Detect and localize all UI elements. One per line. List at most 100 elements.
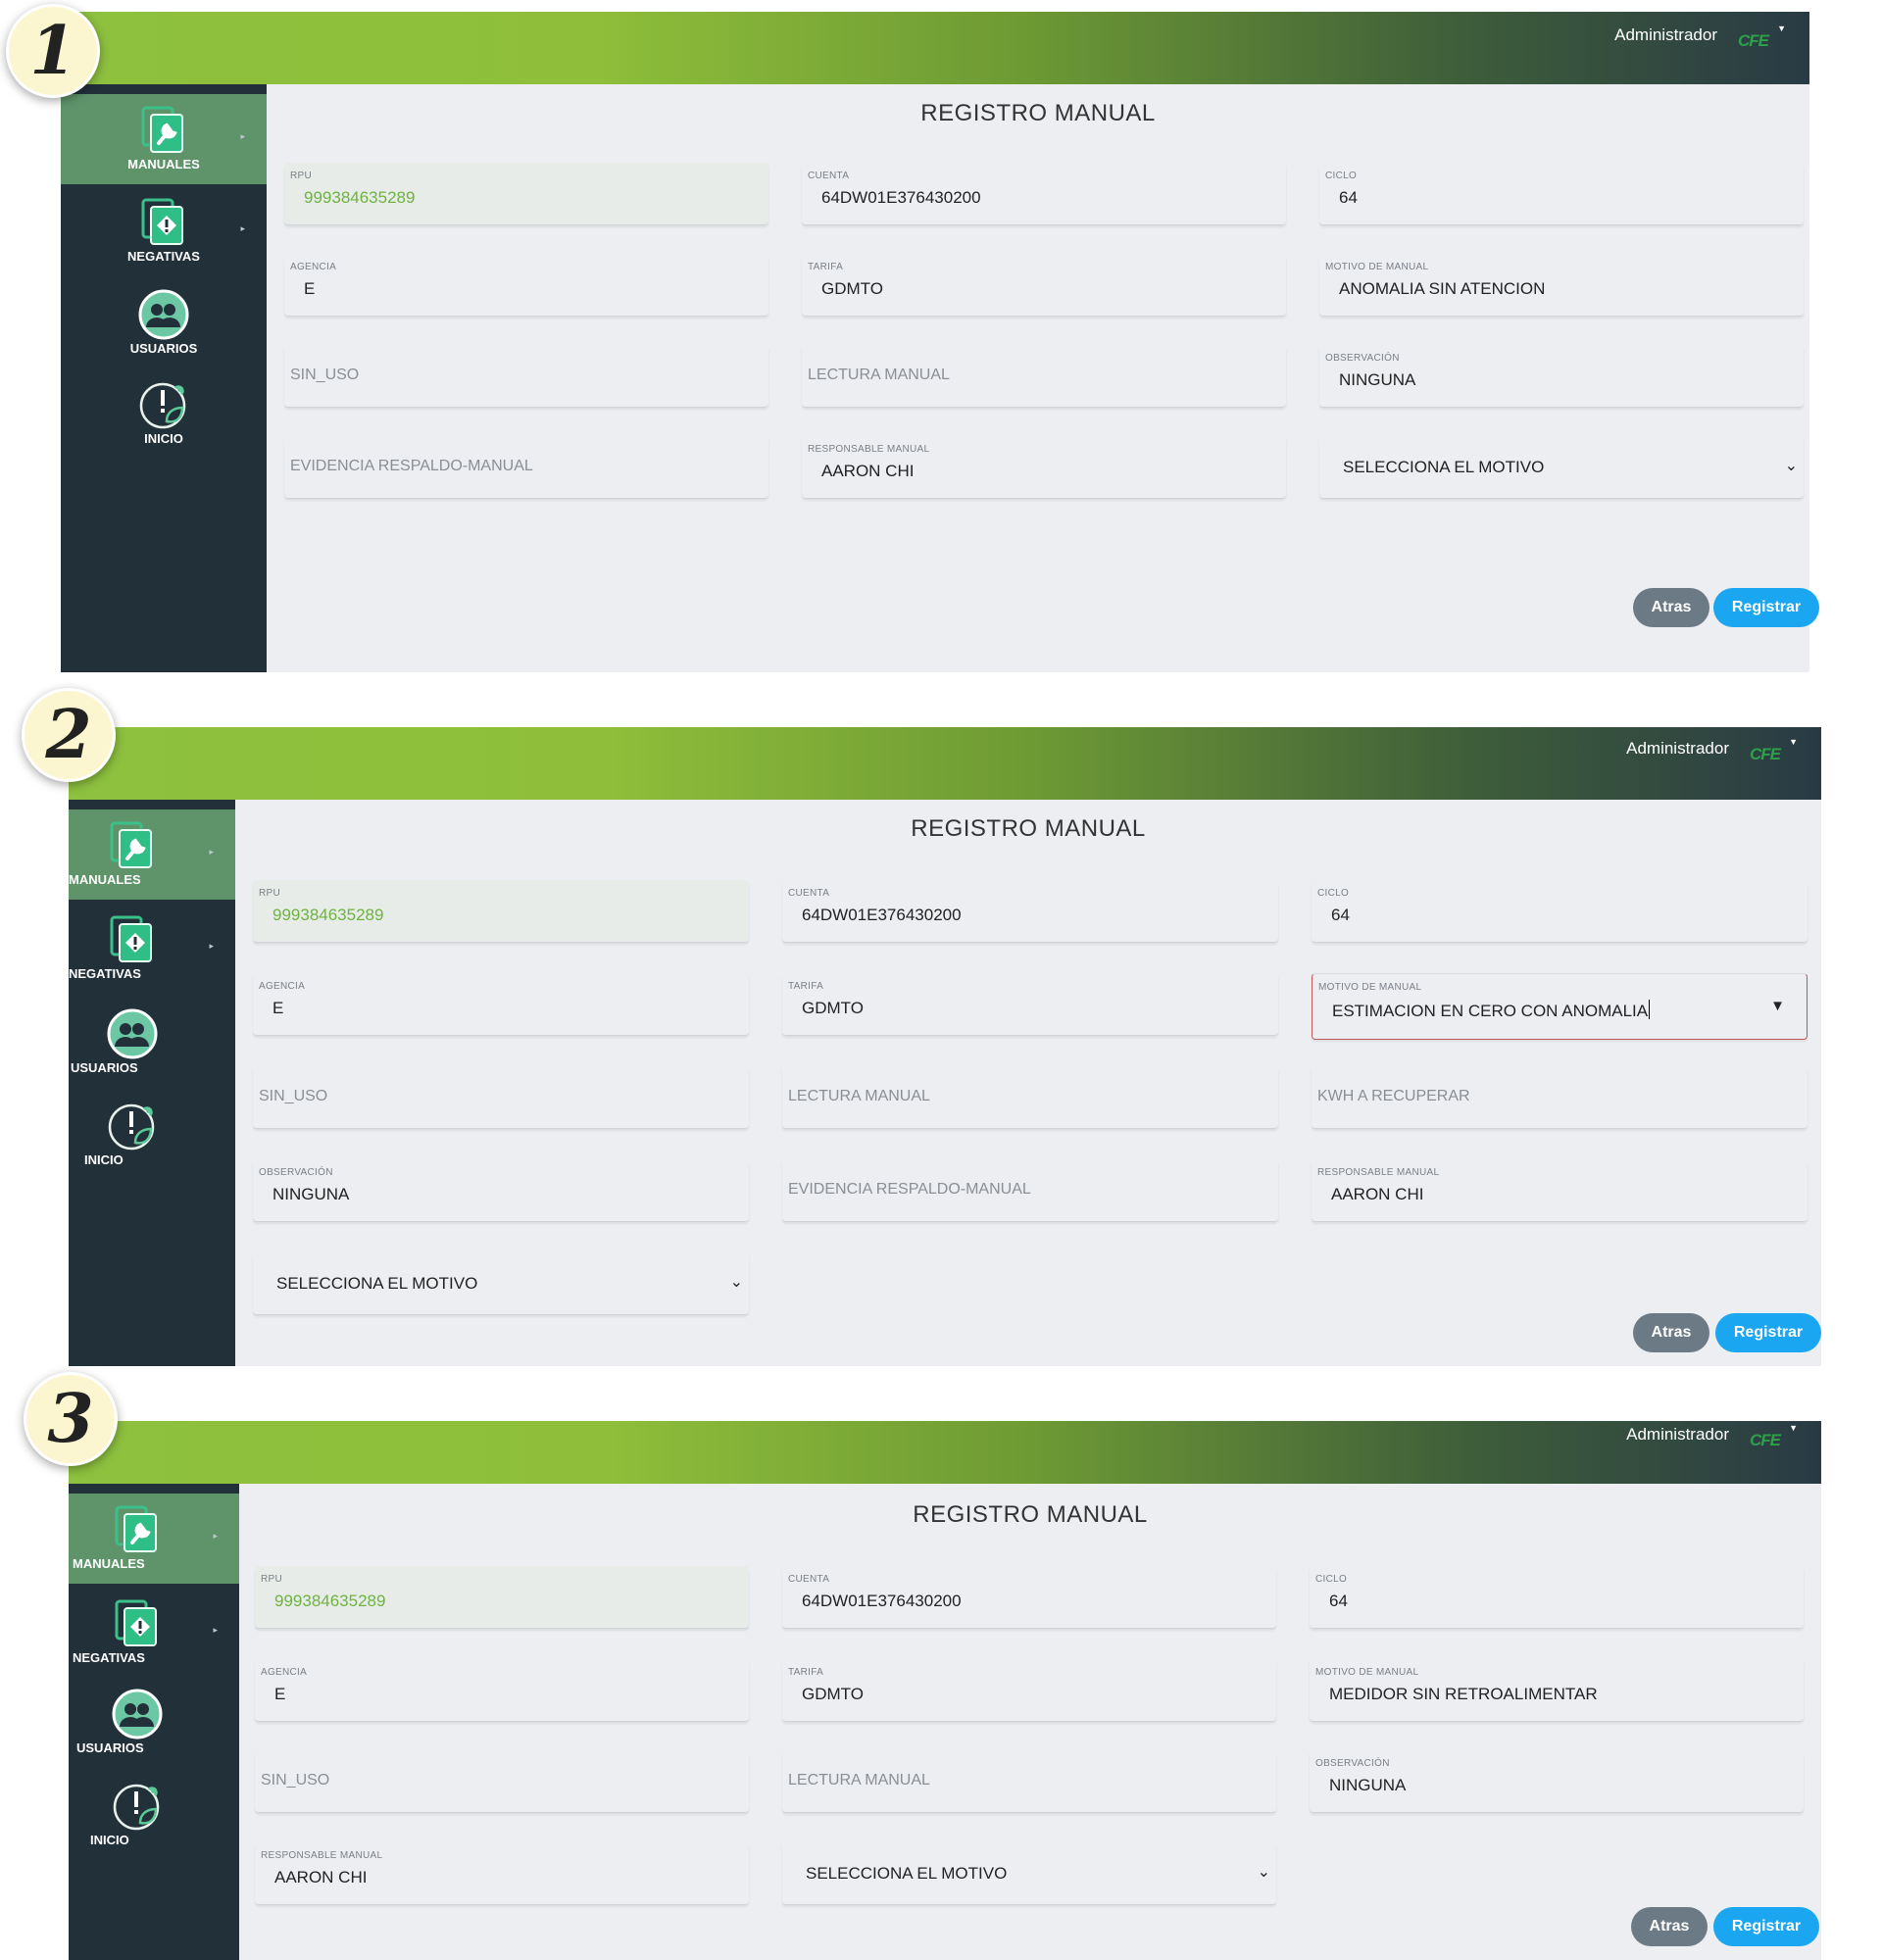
sidebar-item-label: INICIO [90, 1833, 129, 1847]
observacion-field[interactable]: OBSERVACIÓN NINGUNA [1310, 1750, 1804, 1813]
user-menu[interactable]: Administrador [1626, 1425, 1729, 1445]
ciclo-field[interactable]: CICLO 64 [1312, 880, 1808, 943]
user-menu-caret-icon[interactable]: ▼ [1789, 737, 1798, 747]
step-badge-1: 1 [6, 4, 100, 98]
page-title: REGISTRO MANUAL [913, 1501, 1148, 1528]
sidebar-item-manuales[interactable]: MANUALES ▸ [69, 809, 235, 900]
agencia-field[interactable]: AGENCIA E [284, 254, 768, 317]
agencia-field[interactable]: AGENCIA E [253, 973, 749, 1036]
sidebar-item-label: USUARIOS [76, 1740, 144, 1755]
page-title: REGISTRO MANUAL [920, 100, 1156, 126]
chevron-right-icon: ▸ [209, 847, 214, 857]
back-button[interactable]: Atras [1631, 1907, 1708, 1946]
kwh-recuperar-field[interactable]: KWH A RECUPERAR [1312, 1066, 1808, 1129]
sidebar-item-negativas[interactable]: NEGATIVAS ▸ [69, 904, 235, 994]
chevron-down-icon: ⌄ [729, 1274, 743, 1291]
responsable-field[interactable]: RESPONSABLE MANUAL AARON CHI [802, 436, 1286, 499]
main-content: REGISTRO MANUAL RPU 999384635289 CUENTA … [235, 800, 1821, 1366]
wrench-document-icon [106, 819, 159, 872]
cuenta-field[interactable]: CUENTA 64DW01E376430200 [802, 163, 1286, 225]
evidencia-field[interactable]: EVIDENCIA RESPALDO-MANUAL [284, 436, 768, 499]
tarifa-field[interactable]: TARIFA GDMTO [782, 973, 1278, 1036]
cfe-logo: CFE [1750, 745, 1781, 763]
observacion-field[interactable]: OBSERVACIÓN NINGUNA [253, 1159, 749, 1222]
lectura-manual-field[interactable]: LECTURA MANUAL [782, 1750, 1276, 1813]
sidebar-item-label: MANUALES [127, 157, 200, 172]
responsable-field[interactable]: RESPONSABLE MANUAL AARON CHI [255, 1842, 749, 1905]
sin-uso-field[interactable]: SIN_USO [253, 1066, 749, 1129]
warning-document-icon [106, 913, 159, 966]
sidebar-item-inicio[interactable]: INICIO [61, 368, 267, 459]
users-icon [106, 1007, 159, 1060]
sidebar-item-label: USUARIOS [129, 341, 198, 356]
sidebar-item-label: NEGATIVAS [73, 1650, 145, 1665]
sidebar-item-negativas[interactable]: NEGATIVAS ▸ [61, 186, 267, 276]
user-menu-caret-icon[interactable]: ▼ [1789, 1423, 1798, 1433]
selecciona-motivo-select[interactable]: SELECCIONA EL MOTIVO ⌄ [253, 1252, 749, 1315]
motivo-manual-field[interactable]: MOTIVO DE MANUAL MEDIDOR SIN RETROALIMEN… [1310, 1659, 1804, 1722]
responsable-field[interactable]: RESPONSABLE MANUAL AARON CHI [1312, 1159, 1808, 1222]
motivo-manual-field[interactable]: MOTIVO DE MANUAL ANOMALIA SIN ATENCION [1319, 254, 1804, 317]
sidebar-item-manuales[interactable]: MANUALES ▸ [61, 94, 267, 184]
cfe-logo: CFE [1738, 31, 1769, 50]
selecciona-motivo-select[interactable]: SELECCIONA EL MOTIVO ⌄ [782, 1842, 1276, 1905]
selecciona-motivo-select[interactable]: SELECCIONA EL MOTIVO ⌄ [1319, 436, 1804, 499]
sin-uso-field[interactable]: SIN_USO [284, 345, 768, 408]
leaf-alert-icon [137, 378, 190, 431]
cfe-logo: CFE [1750, 1431, 1781, 1449]
top-bar: Administrador CFE ▼ [61, 12, 1809, 84]
warning-document-icon [111, 1597, 164, 1650]
sidebar-item-label: INICIO [144, 431, 183, 446]
tarifa-field[interactable]: TARIFA GDMTO [782, 1659, 1276, 1722]
ciclo-field[interactable]: CICLO 64 [1319, 163, 1804, 225]
rpu-field[interactable]: RPU 999384635289 [253, 880, 749, 943]
observacion-field[interactable]: OBSERVACIÓN NINGUNA [1319, 345, 1804, 408]
sidebar-item-label: INICIO [84, 1152, 124, 1167]
user-menu[interactable]: Administrador [1614, 25, 1717, 45]
register-button[interactable]: Registrar [1715, 1313, 1821, 1352]
top-bar: Administrador CFE ▼ [69, 727, 1821, 800]
sidebar: MANUALES ▸ NEGATIVAS ▸ USUARIOS INICIO [61, 84, 267, 672]
text-cursor [1649, 1000, 1651, 1019]
sidebar-item-manuales[interactable]: MANUALES ▸ [69, 1494, 239, 1584]
rpu-field[interactable]: RPU 999384635289 [255, 1566, 749, 1629]
users-icon [111, 1688, 164, 1740]
sidebar: MANUALES ▸ NEGATIVAS ▸ USUARIOS INICIO [69, 800, 235, 1366]
chevron-down-icon: ⌄ [1784, 458, 1798, 474]
ciclo-field[interactable]: CICLO 64 [1310, 1566, 1804, 1629]
main-content: REGISTRO MANUAL RPU 999384635289 CUENTA … [267, 84, 1819, 672]
rpu-field[interactable]: RPU 999384635289 [284, 163, 768, 225]
sidebar-item-label: MANUALES [69, 872, 141, 887]
cuenta-field[interactable]: CUENTA 64DW01E376430200 [782, 880, 1278, 943]
screen-2: Administrador CFE ▼ MANUALES ▸ NEGATIVAS… [69, 727, 1821, 1366]
chevron-right-icon: ▸ [240, 131, 245, 141]
top-bar: Administrador CFE ▼ [69, 1421, 1821, 1484]
dropdown-arrow-icon[interactable]: ▼ [1770, 998, 1785, 1014]
user-menu[interactable]: Administrador [1626, 739, 1729, 759]
register-button[interactable]: Registrar [1713, 588, 1819, 627]
step-badge-3: 3 [24, 1372, 118, 1466]
leaf-alert-icon [111, 1780, 164, 1833]
sidebar-item-inicio[interactable]: INICIO [69, 1090, 235, 1180]
back-button[interactable]: Atras [1633, 588, 1709, 627]
sin-uso-field[interactable]: SIN_USO [255, 1750, 749, 1813]
lectura-manual-field[interactable]: LECTURA MANUAL [802, 345, 1286, 408]
motivo-manual-select[interactable]: MOTIVO DE MANUAL ESTIMACION EN CERO CON … [1312, 973, 1808, 1040]
sidebar-item-usuarios[interactable]: USUARIOS [61, 278, 267, 368]
cuenta-field[interactable]: CUENTA 64DW01E376430200 [782, 1566, 1276, 1629]
user-menu-caret-icon[interactable]: ▼ [1777, 24, 1786, 33]
sidebar-item-usuarios[interactable]: USUARIOS [69, 1678, 239, 1768]
sidebar-item-inicio[interactable]: INICIO [69, 1770, 239, 1860]
sidebar: MANUALES ▸ NEGATIVAS ▸ USUARIOS INICIO [69, 1484, 239, 1960]
sidebar-item-usuarios[interactable]: USUARIOS [69, 998, 235, 1088]
sidebar-item-negativas[interactable]: NEGATIVAS ▸ [69, 1588, 239, 1678]
evidencia-field[interactable]: EVIDENCIA RESPALDO-MANUAL [782, 1159, 1278, 1222]
register-button[interactable]: Registrar [1713, 1907, 1819, 1946]
back-button[interactable]: Atras [1633, 1313, 1709, 1352]
users-icon [137, 288, 190, 341]
chevron-down-icon: ⌄ [1257, 1864, 1270, 1881]
leaf-alert-icon [106, 1100, 159, 1152]
agencia-field[interactable]: AGENCIA E [255, 1659, 749, 1722]
tarifa-field[interactable]: TARIFA GDMTO [802, 254, 1286, 317]
lectura-manual-field[interactable]: LECTURA MANUAL [782, 1066, 1278, 1129]
